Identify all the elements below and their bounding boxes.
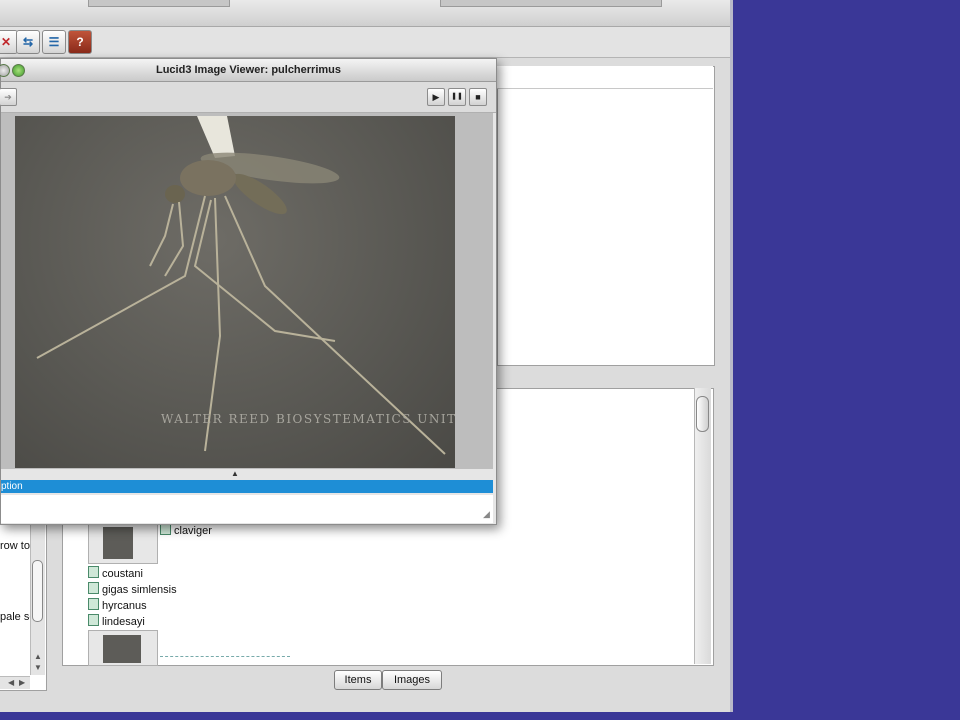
mosquito-thumbnail-image: [103, 635, 141, 663]
viewer-toolbar: [1, 82, 496, 113]
sort-icon[interactable]: ☰: [42, 30, 66, 54]
photo-watermark: WALTER REED BIOSYSTEMATICS UNIT: [161, 412, 455, 426]
list-item-label: coustani: [102, 568, 143, 580]
list-item[interactable]: hyrcanus: [88, 598, 147, 612]
list-item-label: lindesayi: [102, 616, 145, 628]
selected-caption-row[interactable]: ption: [1, 480, 493, 493]
list-item-label: claviger: [174, 525, 212, 537]
viewer-title: Lucid3 Image Viewer: pulcherrimus: [1, 59, 496, 82]
top-tab-2[interactable]: [440, 0, 662, 7]
stop-icon[interactable]: ■: [469, 88, 487, 106]
next-arrow-icon[interactable]: ➔: [0, 88, 17, 106]
mosquito-thumbnail-image: [103, 527, 133, 559]
item-icon: [88, 614, 99, 626]
play-icon[interactable]: ▶: [427, 88, 445, 106]
pin-label: [197, 116, 235, 158]
thorax: [180, 160, 236, 196]
mosquito-photo: WALTER REED BIOSYSTEMATICS UNIT: [15, 116, 455, 468]
left-scroll-thumb[interactable]: [32, 560, 43, 622]
caption-panel: [1, 495, 493, 523]
pause-icon[interactable]: ❚❚: [448, 88, 466, 106]
list-item[interactable]: gigas simlensis: [88, 582, 177, 596]
splitter-grip-icon[interactable]: ▲: [231, 469, 239, 478]
list-item-partial: [160, 656, 290, 661]
zoom-button-icon[interactable]: [12, 64, 25, 77]
right-panel-header: [497, 66, 713, 89]
scroll-left-arrow-icon[interactable]: ◀: [8, 678, 14, 687]
item-thumbnail[interactable]: [88, 630, 158, 666]
scroll-down-arrow-icon[interactable]: ▼: [34, 663, 42, 672]
item-icon: [88, 566, 99, 578]
list-item-label: gigas simlensis: [102, 584, 177, 596]
top-tab-1[interactable]: [88, 0, 230, 7]
main-toolbar: [0, 27, 730, 58]
scroll-right-arrow-icon[interactable]: ▶: [19, 678, 25, 687]
image-viewer-window: Lucid3 Image Viewer: pulcherrimus ➔ ▶ ❚❚…: [0, 58, 497, 525]
item-icon: [88, 582, 99, 594]
right-panel: [497, 66, 715, 366]
items-scroll-thumb[interactable]: [696, 396, 709, 432]
list-item-label: hyrcanus: [102, 600, 147, 612]
list-item[interactable]: claviger: [160, 523, 212, 537]
left-panel-text: pale sc: [0, 611, 30, 623]
scroll-up-arrow-icon[interactable]: ▲: [34, 652, 42, 661]
head: [165, 185, 185, 203]
list-item[interactable]: coustani: [88, 566, 143, 580]
left-panel-text: row to: [0, 540, 30, 552]
item-thumbnail[interactable]: [88, 520, 158, 564]
list-item[interactable]: lindesayi: [88, 614, 145, 628]
help-book-icon[interactable]: ?: [68, 30, 92, 54]
move-icon[interactable]: ⇆: [16, 30, 40, 54]
tab-items[interactable]: Items: [334, 670, 382, 690]
item-icon: [88, 598, 99, 610]
left-horizontal-scrollbar[interactable]: [0, 676, 30, 689]
tab-images[interactable]: Images: [382, 670, 442, 690]
resize-grip-icon[interactable]: ◢: [483, 509, 490, 520]
